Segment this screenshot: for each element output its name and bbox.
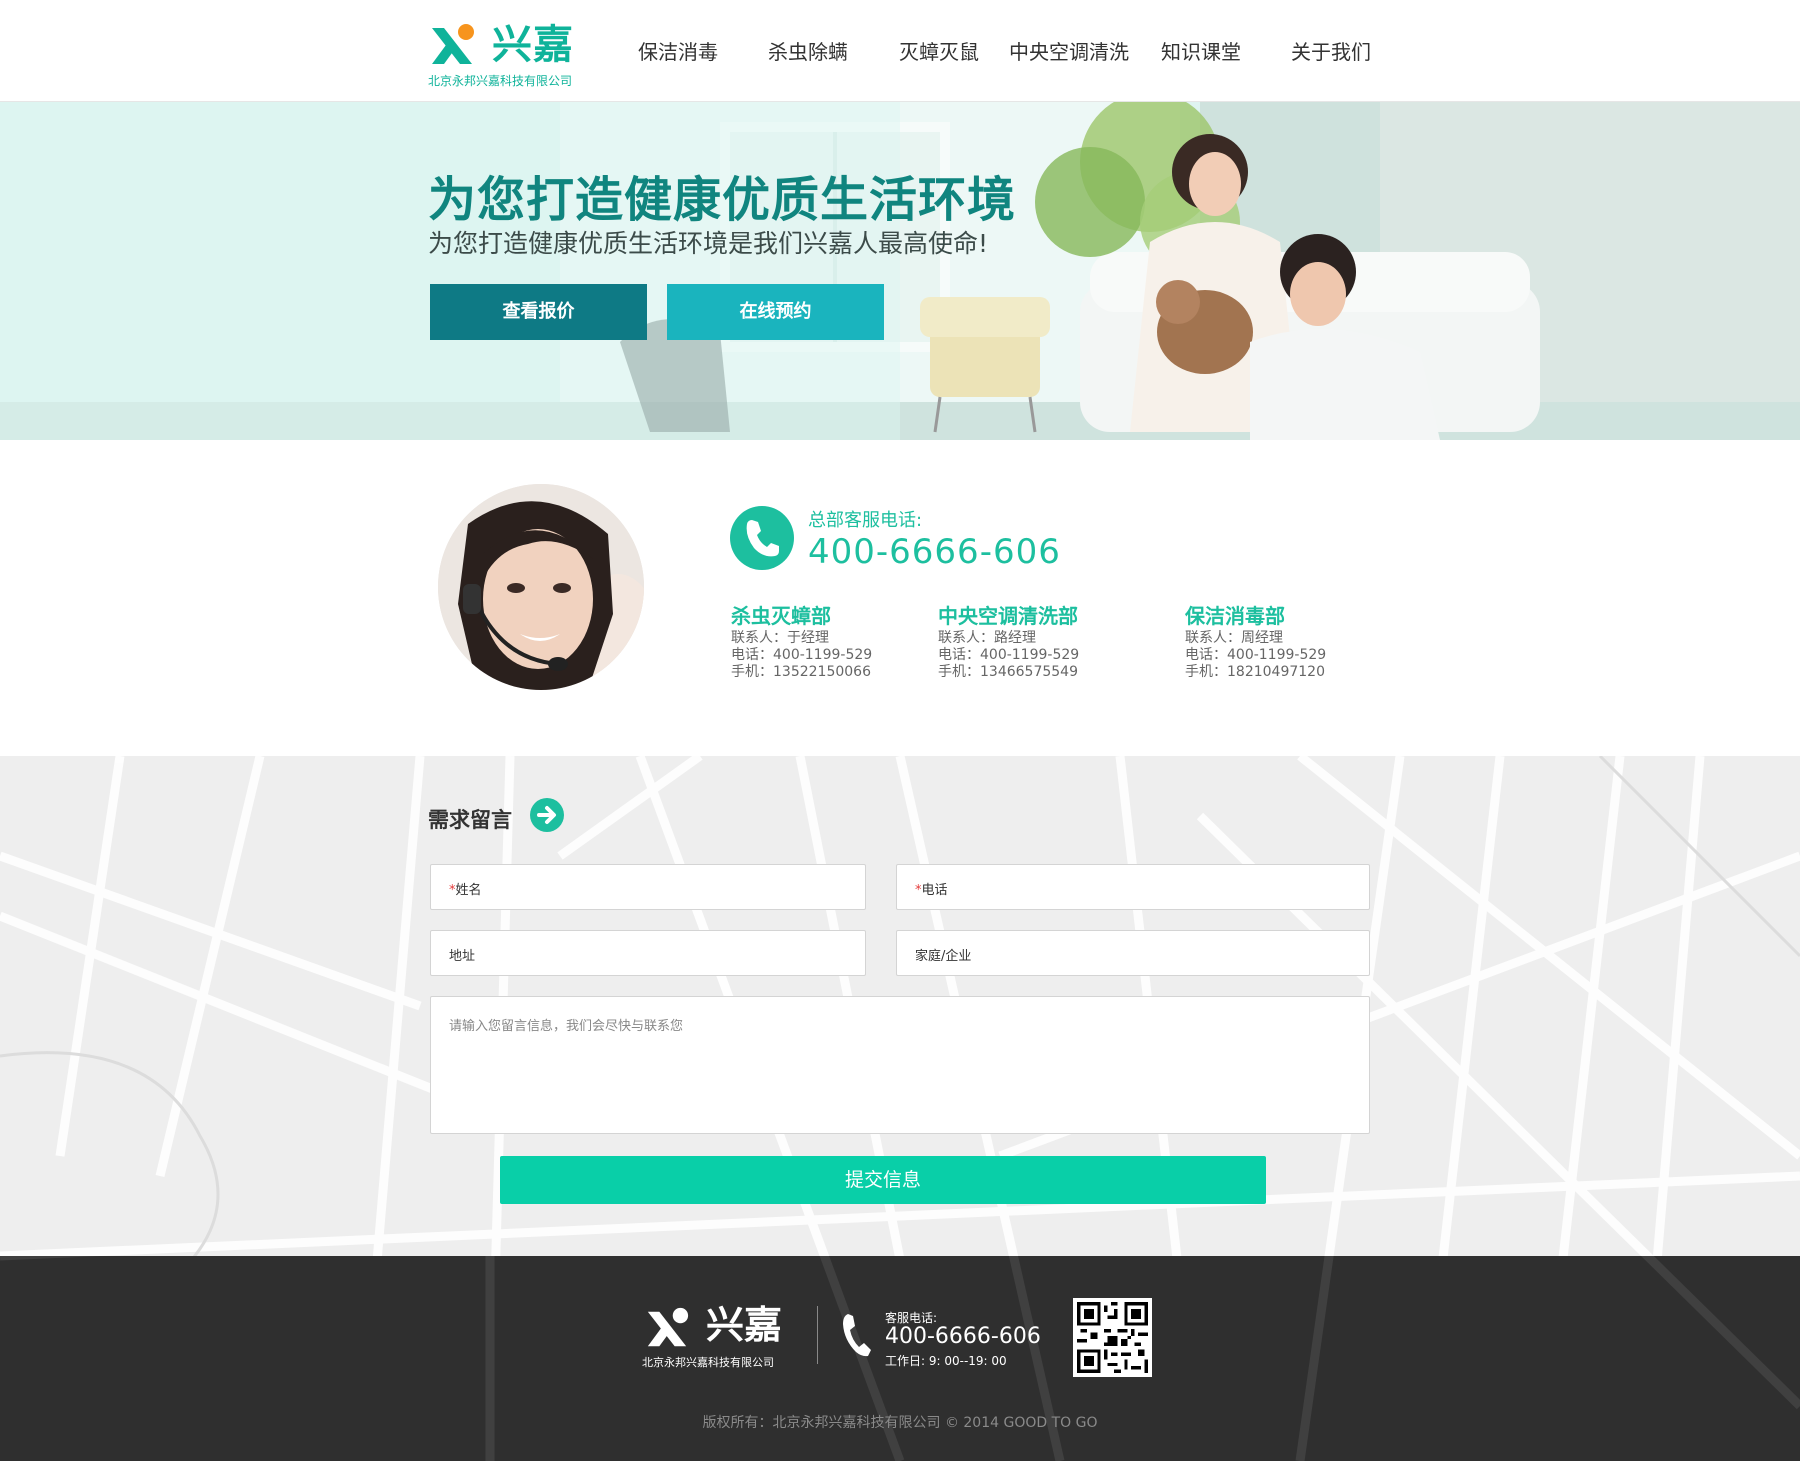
nav-item-about[interactable]: 关于我们 — [1291, 36, 1371, 65]
message-section: 需求留言 *姓名 *电话 地址 家庭/企业 请输入您留言信息，我们会尽快与联系您… — [0, 756, 1800, 1256]
hero-subtitle: 为您打造健康优质生活环境是我们兴嘉人最高使命! — [428, 229, 989, 258]
online-booking-button[interactable]: 在线预约 — [667, 284, 884, 340]
nav-item-cleaning[interactable]: 保洁消毒 — [638, 36, 718, 65]
submit-button[interactable]: 提交信息 — [500, 1156, 1266, 1204]
customer-type-field-label: 家庭/企业 — [915, 949, 972, 964]
footer-service-number: 400-6666-606 — [885, 1324, 1041, 1349]
message-placeholder: 请输入您留言信息，我们会尽快与联系您 — [449, 1019, 684, 1034]
phone-field-label: *电话 — [915, 883, 948, 898]
message-title: 需求留言 — [428, 808, 512, 832]
phone-field[interactable]: *电话 — [896, 864, 1370, 910]
dept-phone: 电话：400-1199-529 — [1185, 647, 1327, 663]
footer-logo-x-icon — [647, 1307, 689, 1347]
footer-logo-name: 兴嘉 — [706, 1303, 783, 1347]
customer-service-agent-photo — [438, 484, 644, 690]
dept-name: 杀虫灭蟑部 — [731, 604, 831, 628]
nav-item-knowledge[interactable]: 知识课堂 — [1161, 36, 1241, 65]
footer-phone-icon — [843, 1314, 871, 1357]
contact-section: 总部客服电话: 400-6666-606 杀虫灭蟑部 联系人：于经理 电话：40… — [0, 440, 1800, 756]
hq-hotline-number: 400-6666-606 — [808, 532, 1061, 572]
footer-divider — [817, 1306, 818, 1364]
customer-type-field[interactable]: 家庭/企业 — [896, 930, 1370, 976]
address-field-label: 地址 — [449, 949, 476, 964]
brand-logo[interactable]: 兴嘉 北京永邦兴嘉科技有限公司 — [428, 20, 588, 88]
dept-cleaning: 保洁消毒部 联系人：周经理 电话：400-1199-529 手机：1821049… — [1185, 600, 1425, 681]
site-header: 兴嘉 北京永邦兴嘉科技有限公司 保洁消毒 杀虫除螨 灭蟑灭鼠 中央空调清洗 知识… — [0, 0, 1800, 102]
logo-x-icon — [432, 24, 474, 64]
dept-mobile: 手机：13466575549 — [938, 664, 1078, 680]
hero-title: 为您打造健康优质生活环境 — [428, 172, 1017, 228]
dept-pest-control: 杀虫灭蟑部 联系人：于经理 电话：400-1199-529 手机：1352215… — [731, 600, 971, 681]
phone-icon — [730, 506, 794, 570]
name-field-label: *姓名 — [449, 883, 482, 898]
dept-mobile: 手机：18210497120 — [1185, 664, 1325, 680]
logo-name: 兴嘉 — [492, 22, 574, 68]
hero-banner: 为您打造健康优质生活环境 为您打造健康优质生活环境是我们兴嘉人最高使命! 查看报… — [0, 102, 1800, 440]
hero-family-image — [0, 102, 1800, 440]
name-field[interactable]: *姓名 — [430, 864, 866, 910]
dept-phone: 电话：400-1199-529 — [731, 647, 873, 663]
dept-name: 中央空调清洗部 — [938, 604, 1078, 628]
dept-contact: 联系人：于经理 — [731, 630, 829, 646]
dept-contact: 联系人：路经理 — [938, 630, 1036, 646]
view-quote-button[interactable]: 查看报价 — [430, 284, 647, 340]
dept-mobile: 手机：13522150066 — [731, 664, 871, 680]
dept-name: 保洁消毒部 — [1185, 604, 1285, 628]
nav-item-ac-cleaning[interactable]: 中央空调清洗 — [1009, 36, 1129, 65]
logo-company: 北京永邦兴嘉科技有限公司 — [428, 74, 573, 88]
address-field[interactable]: 地址 — [430, 930, 866, 976]
qr-code-icon — [1073, 1298, 1152, 1377]
footer-logo[interactable]: 兴嘉 北京永邦兴嘉科技有限公司 — [642, 1302, 802, 1369]
dept-ac-cleaning: 中央空调清洗部 联系人：路经理 电话：400-1199-529 手机：13466… — [938, 600, 1178, 681]
copyright-text: 版权所有：北京永邦兴嘉科技有限公司 © 2014 GOOD TO GO — [702, 1415, 1098, 1431]
dept-contact: 联系人：周经理 — [1185, 630, 1283, 646]
footer-company: 北京永邦兴嘉科技有限公司 — [642, 1356, 774, 1369]
nav-item-rodent[interactable]: 灭蟑灭鼠 — [899, 36, 979, 65]
hq-hotline-label: 总部客服电话: — [808, 510, 923, 531]
footer-working-hours: 工作日: 9: 00--19: 00 — [885, 1354, 1007, 1368]
nav-item-pest[interactable]: 杀虫除螨 — [768, 36, 848, 65]
arrow-right-icon — [530, 798, 564, 832]
dept-phone: 电话：400-1199-529 — [938, 647, 1080, 663]
message-textarea[interactable]: 请输入您留言信息，我们会尽快与联系您 — [430, 996, 1370, 1134]
site-footer: 兴嘉 北京永邦兴嘉科技有限公司 客服电话: 400-6666-606 工作日: … — [0, 1256, 1800, 1461]
